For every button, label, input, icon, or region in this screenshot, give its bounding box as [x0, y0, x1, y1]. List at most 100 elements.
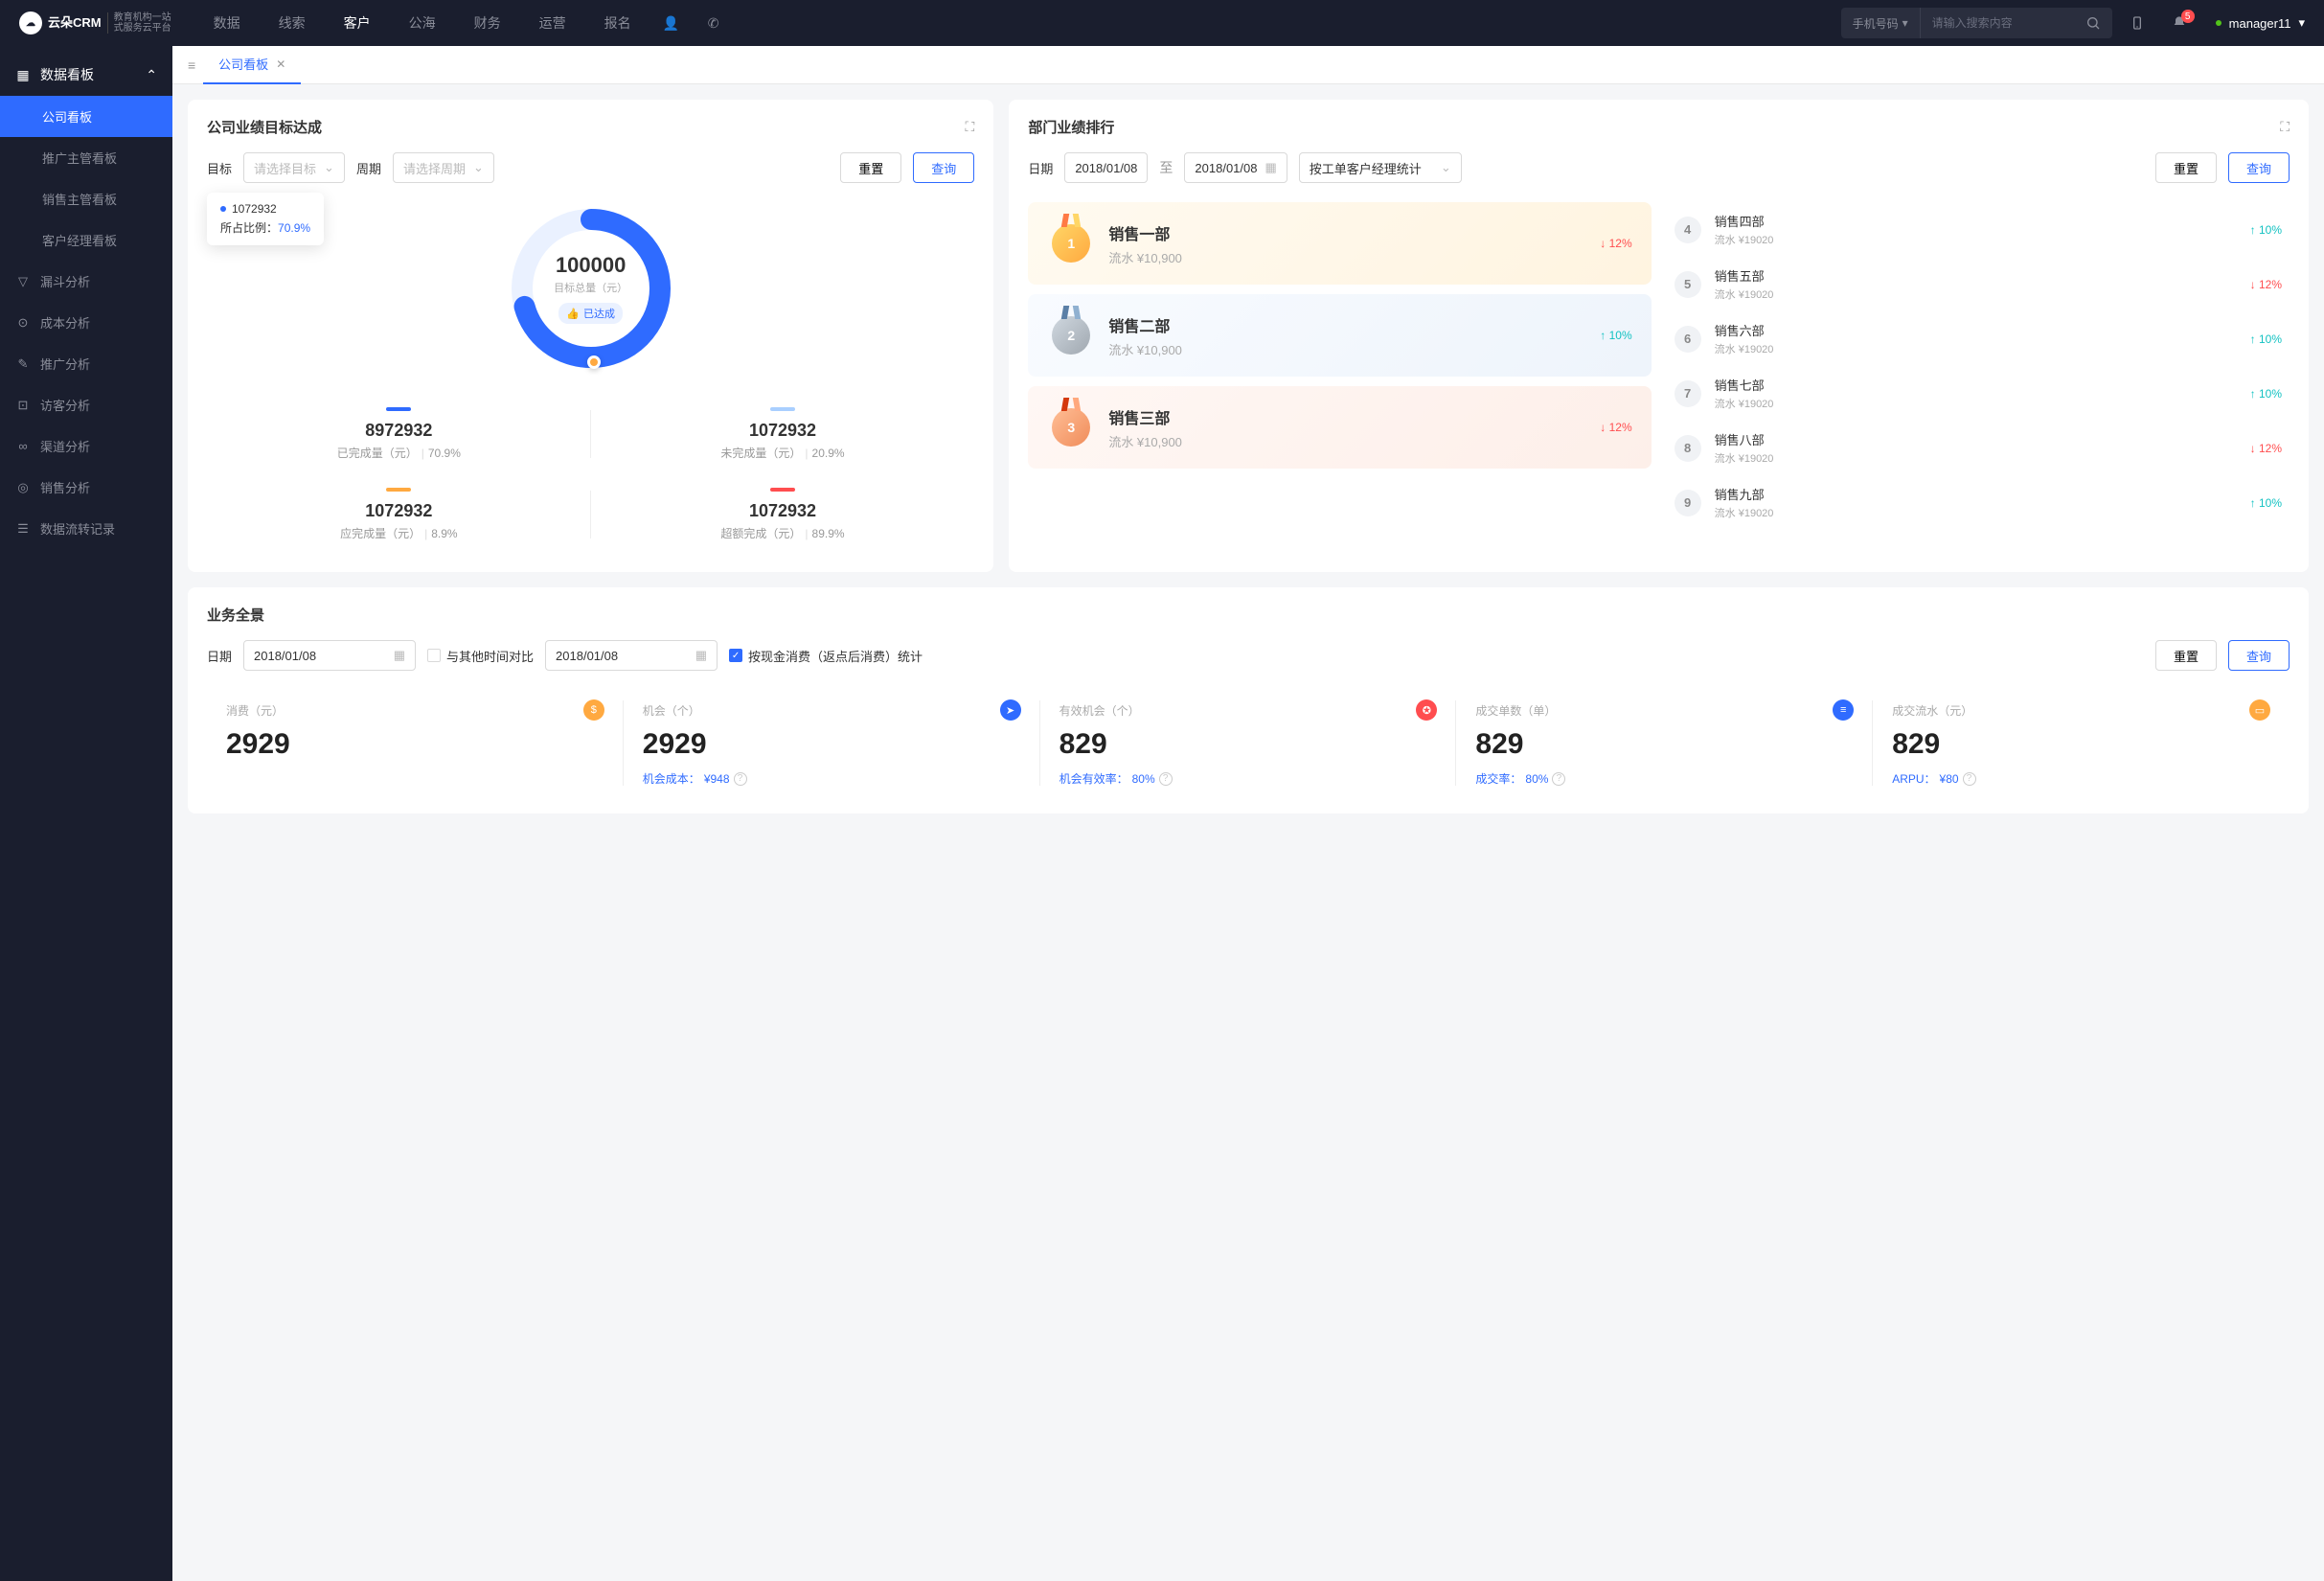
stat-cell: 1072932 超额完成（元）|89.9% [591, 474, 975, 555]
rank-number: 7 [1675, 380, 1701, 407]
rank-pct: ↑ 10% [2250, 496, 2282, 510]
help-icon[interactable]: ? [734, 772, 747, 786]
rank-row-8[interactable]: 8销售八部流水 ¥19020↓ 12% [1667, 421, 2290, 475]
stat-by-select[interactable]: 按工单客户经理统计⌄ [1299, 152, 1462, 183]
rank-pct: ↑ 10% [2250, 332, 2282, 346]
rank-amount: 流水 ¥10,900 [1108, 248, 1586, 266]
menu-collapse-icon[interactable]: ≡ [184, 54, 199, 77]
ov-value: 2929 [643, 728, 1021, 761]
reset-button[interactable]: 重置 [840, 152, 901, 183]
date-from-input[interactable]: 2018/01/08 [1064, 152, 1148, 183]
rank-card-2[interactable]: 2销售二部流水 ¥10,900↑ 10% [1028, 294, 1651, 377]
date-to-input[interactable]: 2018/01/08▦ [1184, 152, 1287, 183]
donut-chart: 100000 目标总量（元） 👍已达成 [505, 202, 677, 375]
menu-icon: ◎ [15, 480, 31, 495]
rank-row-7[interactable]: 7销售七部流水 ¥19020↑ 10% [1667, 366, 2290, 421]
tab-company-board[interactable]: 公司看板 ✕ [203, 46, 301, 84]
sidebar-single-2[interactable]: ✎推广分析 [0, 343, 172, 384]
help-icon[interactable]: ? [1963, 772, 1976, 786]
chevron-down-icon: ⌄ [324, 160, 334, 175]
mobile-icon[interactable] [2120, 6, 2154, 40]
content-area: ≡ 公司看板 ✕ 公司业绩目标达成 ⛶ 目标 [172, 46, 2324, 1581]
nav-线索[interactable]: 线索 [263, 0, 321, 46]
rank-row-4[interactable]: 4销售四部流水 ¥19020↑ 10% [1667, 202, 2290, 257]
sidebar-item-0[interactable]: 公司看板 [0, 96, 172, 137]
calendar-icon: ▦ [1265, 160, 1276, 175]
sidebar-single-1[interactable]: ⊙成本分析 [0, 302, 172, 343]
ov-label: 机会（个） [643, 702, 700, 719]
user-menu[interactable]: manager11 ▾ [2216, 15, 2305, 31]
sidebar-single-5[interactable]: ◎销售分析 [0, 467, 172, 508]
nav-数据[interactable]: 数据 [198, 0, 256, 46]
bell-icon[interactable]: 5 [2162, 6, 2197, 40]
rank-card-1[interactable]: 1销售一部流水 ¥10,900↓ 12% [1028, 202, 1651, 285]
date-input-2[interactable]: 2018/01/08▦ [545, 640, 718, 671]
query-button[interactable]: 查询 [913, 152, 974, 183]
rank-card-3[interactable]: 3销售三部流水 ¥10,900↓ 12% [1028, 386, 1651, 469]
search-type-select[interactable]: 手机号码▾ [1841, 8, 1921, 38]
phone-icon[interactable]: ✆ [696, 6, 731, 40]
rank-name: 销售二部 [1108, 313, 1586, 336]
help-icon[interactable]: ? [1159, 772, 1173, 786]
donut-value: 100000 [556, 253, 626, 278]
overview-card-3: 成交单数（单）≡829成交率：80%? [1456, 690, 1873, 796]
sidebar-item-3[interactable]: 客户经理看板 [0, 219, 172, 261]
medal-icon: 2 [1047, 311, 1095, 359]
panel-title: 公司业绩目标达成 [207, 117, 322, 137]
nav-客户[interactable]: 客户 [329, 0, 386, 46]
dashboard-icon: ▦ [15, 67, 31, 83]
sidebar-single-0[interactable]: ▽漏斗分析 [0, 261, 172, 302]
chevron-down-icon: ▾ [1902, 16, 1908, 30]
user-icon[interactable]: 👤 [654, 6, 689, 40]
stat-label: 超额完成（元）|89.9% [610, 525, 956, 541]
stat-cell: 1072932未完成量（元）|20.9% [591, 394, 975, 474]
stat-value: 1072932 [610, 501, 956, 521]
sidebar-single-4[interactable]: ∞渠道分析 [0, 425, 172, 467]
sidebar-single-6[interactable]: ☰数据流转记录 [0, 508, 172, 549]
nav-公海[interactable]: 公海 [394, 0, 451, 46]
search-icon[interactable] [2074, 8, 2112, 38]
cash-checkbox[interactable]: ✓ 按现金消费（返点后消费）统计 [729, 647, 923, 665]
chevron-down-icon: ⌄ [473, 160, 484, 175]
overview-card-4: 成交流水（元）▭829ARPU：¥80? [1873, 690, 2290, 796]
query-button[interactable]: 查询 [2228, 640, 2290, 671]
expand-icon[interactable]: ⛶ [966, 119, 975, 135]
overview-card-0: 消费（元）$2929 [207, 690, 624, 796]
metric-icon: $ [583, 699, 604, 721]
sidebar-item-2[interactable]: 销售主管看板 [0, 178, 172, 219]
period-select[interactable]: 请选择周期⌄ [393, 152, 494, 183]
help-icon[interactable]: ? [1552, 772, 1565, 786]
sidebar-single-3[interactable]: ⊡访客分析 [0, 384, 172, 425]
rank-row-6[interactable]: 6销售六部流水 ¥19020↑ 10% [1667, 311, 2290, 366]
nav-运营[interactable]: 运营 [524, 0, 581, 46]
date-input-1[interactable]: 2018/01/08▦ [243, 640, 416, 671]
reset-button[interactable]: 重置 [2155, 640, 2217, 671]
rank-row-9[interactable]: 9销售九部流水 ¥19020↑ 10% [1667, 475, 2290, 530]
rank-number: 9 [1675, 490, 1701, 516]
stat-label: 已完成量（元）|70.9% [226, 445, 572, 461]
calendar-icon: ▦ [394, 648, 405, 663]
sidebar-group-dashboard[interactable]: ▦ 数据看板 ⌃ [0, 54, 172, 96]
sidebar-item-1[interactable]: 推广主管看板 [0, 137, 172, 178]
rank-number: 6 [1675, 326, 1701, 353]
reset-button[interactable]: 重置 [2155, 152, 2217, 183]
rank-name: 销售五部 [1715, 266, 2237, 285]
close-icon[interactable]: ✕ [276, 57, 285, 71]
ov-sub: 机会成本：¥948? [643, 770, 1021, 787]
panel-title: 部门业绩排行 [1028, 117, 1114, 137]
rank-pct: ↑ 10% [2250, 223, 2282, 237]
stat-label: 应完成量（元）|8.9% [226, 525, 572, 541]
search-input[interactable] [1921, 16, 2074, 30]
query-button[interactable]: 查询 [2228, 152, 2290, 183]
menu-icon: ⊡ [15, 398, 31, 413]
compare-checkbox[interactable]: 与其他时间对比 [427, 647, 534, 665]
rank-amount: 流水 ¥10,900 [1108, 432, 1586, 450]
rank-row-5[interactable]: 5销售五部流水 ¥19020↓ 12% [1667, 257, 2290, 311]
nav-报名[interactable]: 报名 [589, 0, 647, 46]
nav-财务[interactable]: 财务 [459, 0, 516, 46]
rank-pct: ↑ 10% [2250, 387, 2282, 401]
expand-icon[interactable]: ⛶ [2280, 119, 2290, 135]
stat-cell: 8972932已完成量（元）|70.9% [207, 394, 591, 474]
target-select[interactable]: 请选择目标⌄ [243, 152, 345, 183]
rank-name: 销售四部 [1715, 212, 2237, 230]
